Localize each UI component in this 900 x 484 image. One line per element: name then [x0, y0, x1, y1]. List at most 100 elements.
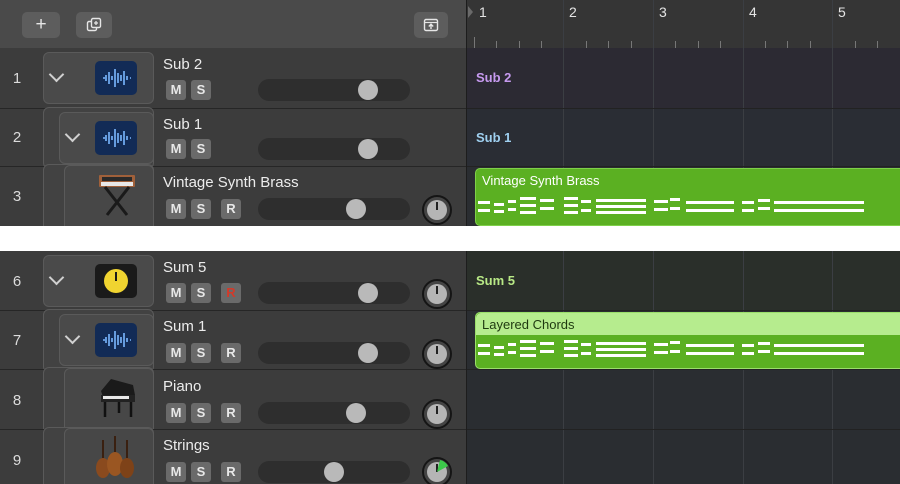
pan-indicator-icon — [437, 460, 448, 472]
track-name[interactable]: Sub 2 — [163, 56, 202, 73]
waveform-icon — [95, 121, 137, 155]
tracks-area-bottom: Sum 5 Layered Chords 6 Sum 5 M S R 7 Sum… — [0, 251, 900, 484]
region-vintage-synth-brass[interactable]: Vintage Synth Brass — [475, 168, 900, 226]
lane-label-sub1: Sub 1 — [476, 130, 512, 145]
region-title: Layered Chords — [482, 317, 575, 332]
mute-button[interactable]: M — [166, 139, 186, 159]
lane-piano[interactable] — [466, 369, 900, 429]
track-stack-header[interactable] — [43, 255, 154, 307]
volume-slider[interactable] — [258, 461, 410, 483]
volume-knob[interactable] — [358, 139, 378, 159]
lane-label-sub2: Sub 2 — [476, 70, 512, 85]
track-row-piano[interactable]: 8 Piano M S R — [0, 367, 466, 435]
track-header-toolbar: + — [0, 0, 466, 48]
volume-slider[interactable] — [258, 198, 410, 220]
track-row-vintage-synth-brass[interactable]: 3 Vintage Synth Brass M S R — [0, 164, 466, 226]
solo-button[interactable]: S — [191, 343, 211, 363]
lane-sub2[interactable] — [466, 48, 900, 108]
track-name[interactable]: Vintage Synth Brass — [163, 174, 299, 191]
solo-button[interactable]: S — [191, 139, 211, 159]
track-number: 8 — [12, 392, 22, 409]
mute-button[interactable]: M — [166, 343, 186, 363]
mute-button[interactable]: M — [166, 283, 186, 303]
lane-sum5[interactable] — [466, 251, 900, 310]
chevron-down-icon[interactable] — [64, 328, 81, 345]
record-enable-button[interactable]: R — [221, 343, 241, 363]
record-enable-button[interactable]: R — [221, 403, 241, 423]
track-row-sum5[interactable]: 6 Sum 5 M S R — [0, 251, 466, 310]
add-track-button[interactable]: + — [22, 12, 60, 38]
region-layered-chords[interactable]: Layered Chords — [475, 312, 900, 369]
bar-number: 2 — [569, 4, 577, 20]
volume-knob[interactable] — [324, 462, 344, 482]
catch-playhead-button[interactable] — [414, 12, 448, 38]
pan-knob[interactable] — [422, 399, 452, 429]
lane-label-sum5: Sum 5 — [476, 273, 516, 288]
track-number: 7 — [12, 332, 22, 349]
grand-piano-icon — [101, 379, 135, 417]
volume-knob[interactable] — [346, 403, 366, 423]
solo-button[interactable]: S — [191, 283, 211, 303]
mute-button[interactable]: M — [166, 462, 186, 482]
track-name[interactable]: Piano — [163, 378, 201, 395]
pan-knob[interactable] — [422, 339, 452, 369]
volume-knob[interactable] — [358, 283, 378, 303]
bar-number: 3 — [659, 4, 667, 20]
chevron-down-icon[interactable] — [64, 126, 81, 143]
volume-slider[interactable] — [258, 342, 410, 364]
track-name[interactable]: Sub 1 — [163, 116, 202, 133]
track-number: 9 — [12, 452, 22, 469]
strings-icon — [96, 436, 134, 478]
duplicate-icon — [86, 17, 102, 32]
bar-number: 1 — [479, 4, 487, 20]
track-stack-header[interactable] — [59, 314, 154, 366]
track-stack-header[interactable] — [59, 112, 154, 164]
track-row-strings[interactable]: 9 Strings M S R — [0, 427, 466, 484]
volume-knob[interactable] — [346, 199, 366, 219]
record-enable-button[interactable]: R — [221, 462, 241, 482]
duplicate-track-button[interactable] — [76, 12, 112, 38]
volume-slider[interactable] — [258, 402, 410, 424]
solo-button[interactable]: S — [191, 80, 211, 100]
summing-stack-icon — [95, 264, 137, 298]
track-number: 2 — [12, 129, 22, 146]
timeline-ruler[interactable]: 1 2 3 4 5 — [466, 0, 900, 48]
track-number: 1 — [12, 70, 22, 87]
synthesizer-icon — [99, 175, 135, 216]
solo-button[interactable]: S — [191, 199, 211, 219]
track-number: 6 — [12, 273, 22, 290]
track-name[interactable]: Sum 5 — [163, 259, 206, 276]
lane-sub1[interactable] — [466, 108, 900, 166]
bar-number: 5 — [838, 4, 846, 20]
waveform-icon — [95, 61, 137, 95]
track-name[interactable]: Sum 1 — [163, 318, 206, 335]
track-row-sub1[interactable]: 2 Sub 1 M S — [0, 107, 466, 169]
tracks-area-top: + 1 2 3 4 5 Sub 2 Sub 1 Vintage Synth Br… — [0, 0, 900, 226]
volume-knob[interactable] — [358, 80, 378, 100]
solo-button[interactable]: S — [191, 403, 211, 423]
region-title: Vintage Synth Brass — [482, 173, 600, 188]
track-name[interactable]: Strings — [163, 437, 210, 454]
record-enable-button[interactable]: R — [221, 283, 241, 303]
mute-button[interactable]: M — [166, 403, 186, 423]
track-row-sub2[interactable]: 1 Sub 2 M S — [0, 48, 466, 108]
mute-button[interactable]: M — [166, 80, 186, 100]
mute-button[interactable]: M — [166, 199, 186, 219]
chevron-down-icon[interactable] — [48, 269, 65, 286]
pan-knob[interactable] — [422, 457, 452, 484]
playhead-marker-icon — [468, 6, 473, 18]
track-number: 3 — [12, 188, 22, 205]
track-row-sum1[interactable]: 7 Sum 1 M S R — [0, 309, 466, 373]
record-enable-button[interactable]: R — [221, 199, 241, 219]
solo-button[interactable]: S — [191, 462, 211, 482]
upload-box-icon — [423, 18, 439, 32]
volume-slider[interactable] — [258, 138, 410, 160]
volume-slider[interactable] — [258, 79, 410, 101]
chevron-down-icon[interactable] — [48, 66, 65, 83]
lane-strings[interactable] — [466, 429, 900, 484]
pan-knob[interactable] — [422, 195, 452, 225]
pan-knob[interactable] — [422, 279, 452, 309]
volume-knob[interactable] — [358, 343, 378, 363]
track-stack-header[interactable] — [43, 52, 154, 104]
volume-slider[interactable] — [258, 282, 410, 304]
